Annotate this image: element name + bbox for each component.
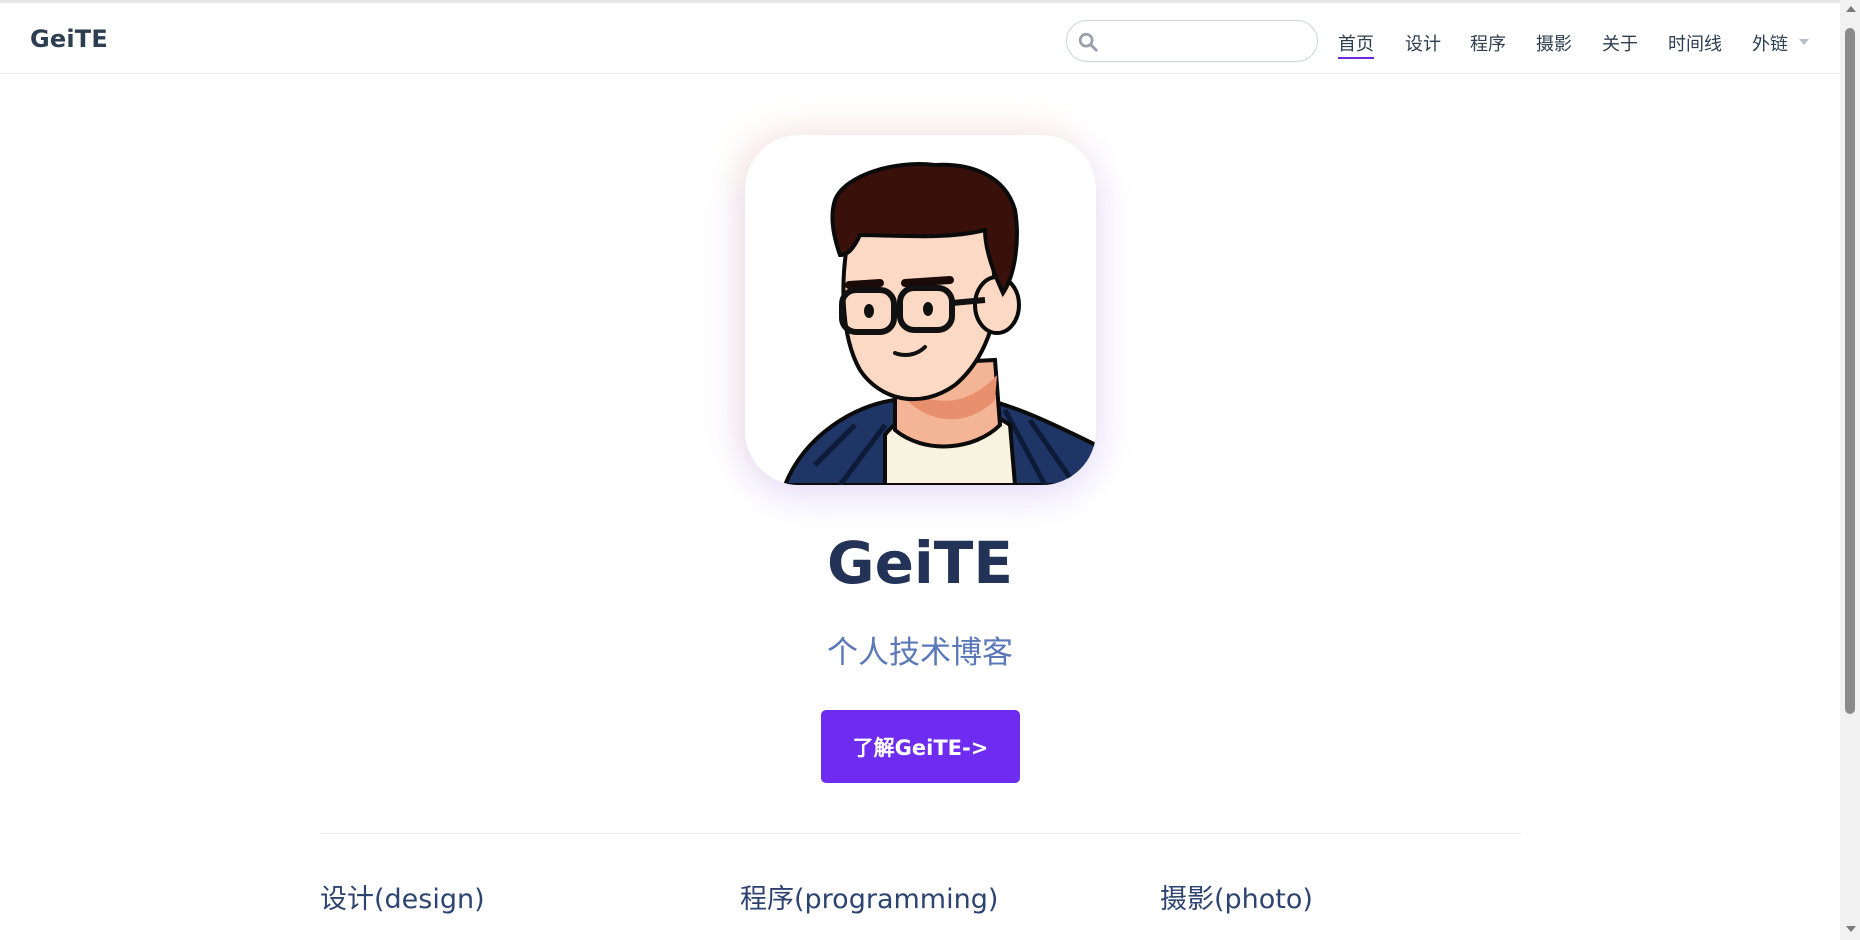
nav-item-programming[interactable]: 程序: [1470, 30, 1506, 56]
feature-title-design: 设计(design): [320, 884, 485, 915]
vertical-scrollbar[interactable]: [1840, 0, 1860, 940]
search-icon: [1078, 32, 1098, 52]
scroll-down-arrow-icon[interactable]: [1846, 926, 1856, 932]
nav-item-photo[interactable]: 摄影: [1536, 30, 1572, 56]
nav-item-about[interactable]: 关于: [1602, 30, 1638, 56]
site-brand[interactable]: GeiTE: [30, 25, 108, 53]
section-divider: [320, 833, 1521, 834]
search-box[interactable]: [1066, 20, 1318, 62]
avatar-illustration-icon: [782, 162, 1096, 485]
top-navbar: GeiTE 首页 设计 程序 摄影 关于 时间线 外链: [0, 0, 1840, 74]
search-input[interactable]: [1107, 27, 1307, 55]
scroll-up-arrow-icon[interactable]: [1846, 6, 1856, 12]
chevron-down-icon[interactable]: [1799, 39, 1809, 45]
nav-item-design[interactable]: 设计: [1405, 30, 1441, 56]
feature-title-programming: 程序(programming): [740, 884, 999, 915]
learn-more-button[interactable]: 了解GeiTE->: [821, 710, 1020, 783]
scrollbar-thumb[interactable]: [1845, 28, 1855, 714]
nav-item-home[interactable]: 首页: [1338, 30, 1374, 59]
hero-title: GeiTE: [826, 529, 1013, 597]
avatar: [745, 135, 1096, 485]
feature-title-photo: 摄影(photo): [1160, 884, 1313, 915]
nav-item-links[interactable]: 外链: [1752, 30, 1788, 56]
nav-item-timeline[interactable]: 时间线: [1668, 30, 1722, 56]
hero-subtitle: 个人技术博客: [827, 635, 1013, 671]
